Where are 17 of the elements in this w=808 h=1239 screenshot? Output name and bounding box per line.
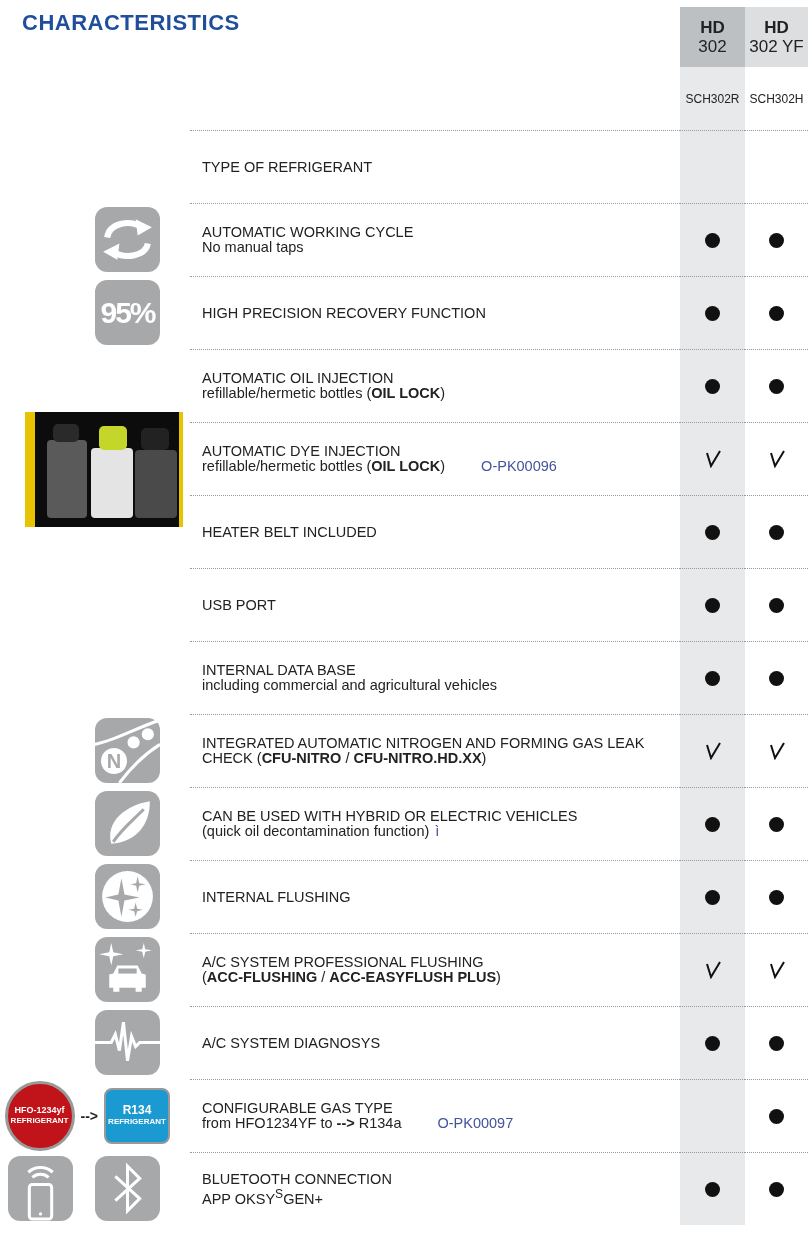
bluetooth-icon bbox=[95, 1156, 160, 1221]
arrows-cycle-icon bbox=[95, 207, 160, 272]
nitrogen-icon: N bbox=[95, 718, 160, 783]
car-sparkle-icon bbox=[95, 937, 160, 1002]
refrigerant-badge: R134 REFRIGERANT bbox=[104, 1087, 170, 1144]
section-title: CHARACTERISTICS bbox=[22, 10, 240, 36]
column-header: HD 302 bbox=[680, 7, 745, 67]
refrigerant-badge: HFO-1234yf REFRIGERANT bbox=[4, 1080, 75, 1151]
model-code: SCH302R bbox=[680, 67, 745, 130]
column-header: HD 302 YF bbox=[745, 7, 808, 67]
arrow-text: --> bbox=[80, 1107, 98, 1124]
leaf-icon bbox=[95, 791, 160, 856]
phone-wifi-icon bbox=[8, 1156, 73, 1221]
model-code: SCH302H bbox=[748, 90, 805, 108]
percent-icon: 95% bbox=[95, 280, 160, 345]
sparkle-icon bbox=[95, 864, 160, 929]
heartbeat-icon bbox=[95, 1010, 160, 1075]
